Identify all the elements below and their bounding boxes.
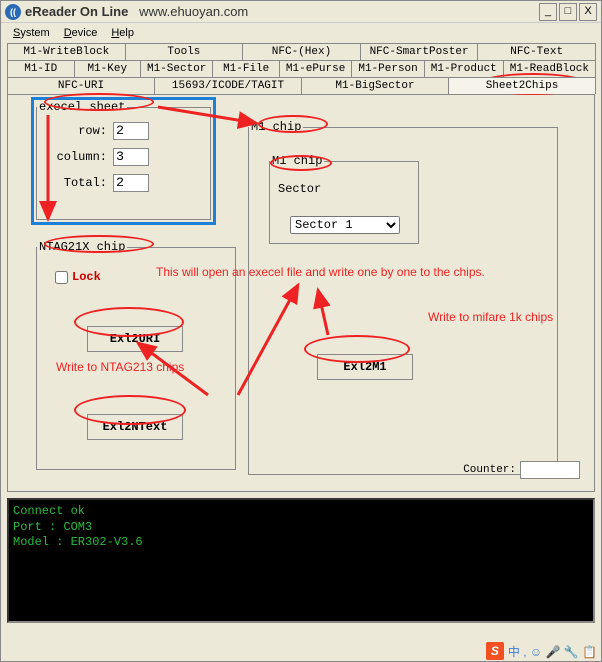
total-input[interactable] (113, 174, 149, 192)
exl2ntext-button[interactable]: Exl2NText (87, 414, 183, 440)
window-title: eReader On Line www.ehuoyan.com (25, 4, 539, 19)
tab-m1-writeblock[interactable]: M1-WriteBlock (7, 43, 126, 60)
tab-m1-file[interactable]: M1-File (212, 60, 280, 77)
tab-m1-product[interactable]: M1-Product (424, 60, 504, 77)
row-input[interactable] (113, 122, 149, 140)
m1-inner-group: M1 chip Sector Sector 1 (269, 154, 419, 244)
maximize-button[interactable]: □ (559, 3, 577, 21)
lock-label: Lock (72, 270, 101, 284)
tab-m1-sector[interactable]: M1-Sector (140, 60, 213, 77)
tab-m1-readblock[interactable]: M1-ReadBlock (503, 60, 596, 77)
lock-checkbox[interactable] (55, 271, 68, 284)
console-output: Connect ok Port : COM3 Model : ER302-V3.… (7, 498, 595, 623)
tab-m1-person[interactable]: M1-Person (351, 60, 424, 77)
counter-label: Counter: (463, 464, 516, 476)
tab-nfc-uri[interactable]: NFC-URI (7, 77, 155, 94)
console-line-3: Model : ER302-V3.6 (13, 535, 589, 551)
menubar: System Device Help (1, 23, 601, 43)
app-icon: (( (5, 4, 21, 20)
tab-sheet2chips[interactable]: Sheet2Chips (448, 77, 596, 94)
counter-row: Counter: (463, 461, 580, 479)
m1-legend: M1 chip (249, 120, 303, 134)
system-tray: S 中 , ☺ 🎤 🔧 📋 (486, 642, 597, 660)
menu-device[interactable]: Device (58, 25, 104, 41)
excel-sheet-group: execel sheet row: column: Total: (36, 100, 211, 220)
tabs-row-3: NFC-URI 15693/ICODE/TAGIT M1-BigSector S… (1, 77, 601, 94)
tab-m1-epurse[interactable]: M1-ePurse (279, 60, 352, 77)
tab-nfc-text[interactable]: NFC-Text (477, 43, 596, 60)
column-label: column: (47, 150, 107, 164)
tab-m1-key[interactable]: M1-Key (74, 60, 142, 77)
sector-label: Sector (278, 182, 321, 196)
tab-tools[interactable]: Tools (125, 43, 244, 60)
ime-icon[interactable]: S (486, 642, 504, 660)
excel-legend: execel sheet (37, 100, 127, 114)
tabs-row-2: M1-ID M1-Key M1-Sector M1-File M1-ePurse… (1, 60, 601, 77)
close-button[interactable]: X (579, 3, 597, 21)
menu-system[interactable]: System (7, 25, 56, 41)
ntag-chip-group: NTAG21X chip Lock Exl2URI Exl2NText (36, 240, 236, 470)
tab-15693[interactable]: 15693/ICODE/TAGIT (154, 77, 302, 94)
titlebar: (( eReader On Line www.ehuoyan.com _ □ X (1, 1, 601, 23)
sector-select[interactable]: Sector 1 (290, 216, 400, 234)
tab-m1-bigsector[interactable]: M1-BigSector (301, 77, 449, 94)
tab-m1-id[interactable]: M1-ID (7, 60, 75, 77)
column-input[interactable] (113, 148, 149, 166)
exl2m1-button[interactable]: Exl2M1 (317, 354, 413, 380)
minimize-button[interactable]: _ (539, 3, 557, 21)
console-line-2: Port : COM3 (13, 520, 589, 536)
m1-inner-legend: M1 chip (270, 154, 324, 168)
exl2uri-button[interactable]: Exl2URI (87, 326, 183, 352)
total-label: Total: (47, 176, 107, 190)
row-label: row: (47, 124, 107, 138)
m1-chip-group: M1 chip M1 chip Sector Sector 1 Exl2M1 (248, 120, 558, 475)
tabs-row-1: M1-WriteBlock Tools NFC-(Hex) NFC-SmartP… (1, 43, 601, 60)
menu-help[interactable]: Help (105, 25, 140, 41)
counter-input[interactable] (520, 461, 580, 479)
tray-icons[interactable]: 中 , ☺ 🎤 🔧 📋 (508, 643, 597, 660)
tab-nfc-smartposter[interactable]: NFC-SmartPoster (360, 43, 479, 60)
tab-content: execel sheet row: column: Total: M1 chip… (7, 94, 595, 492)
console-line-1: Connect ok (13, 504, 589, 520)
ntag-legend: NTAG21X chip (37, 240, 127, 254)
tab-nfc-hex[interactable]: NFC-(Hex) (242, 43, 361, 60)
app-window: (( eReader On Line www.ehuoyan.com _ □ X… (0, 0, 602, 662)
